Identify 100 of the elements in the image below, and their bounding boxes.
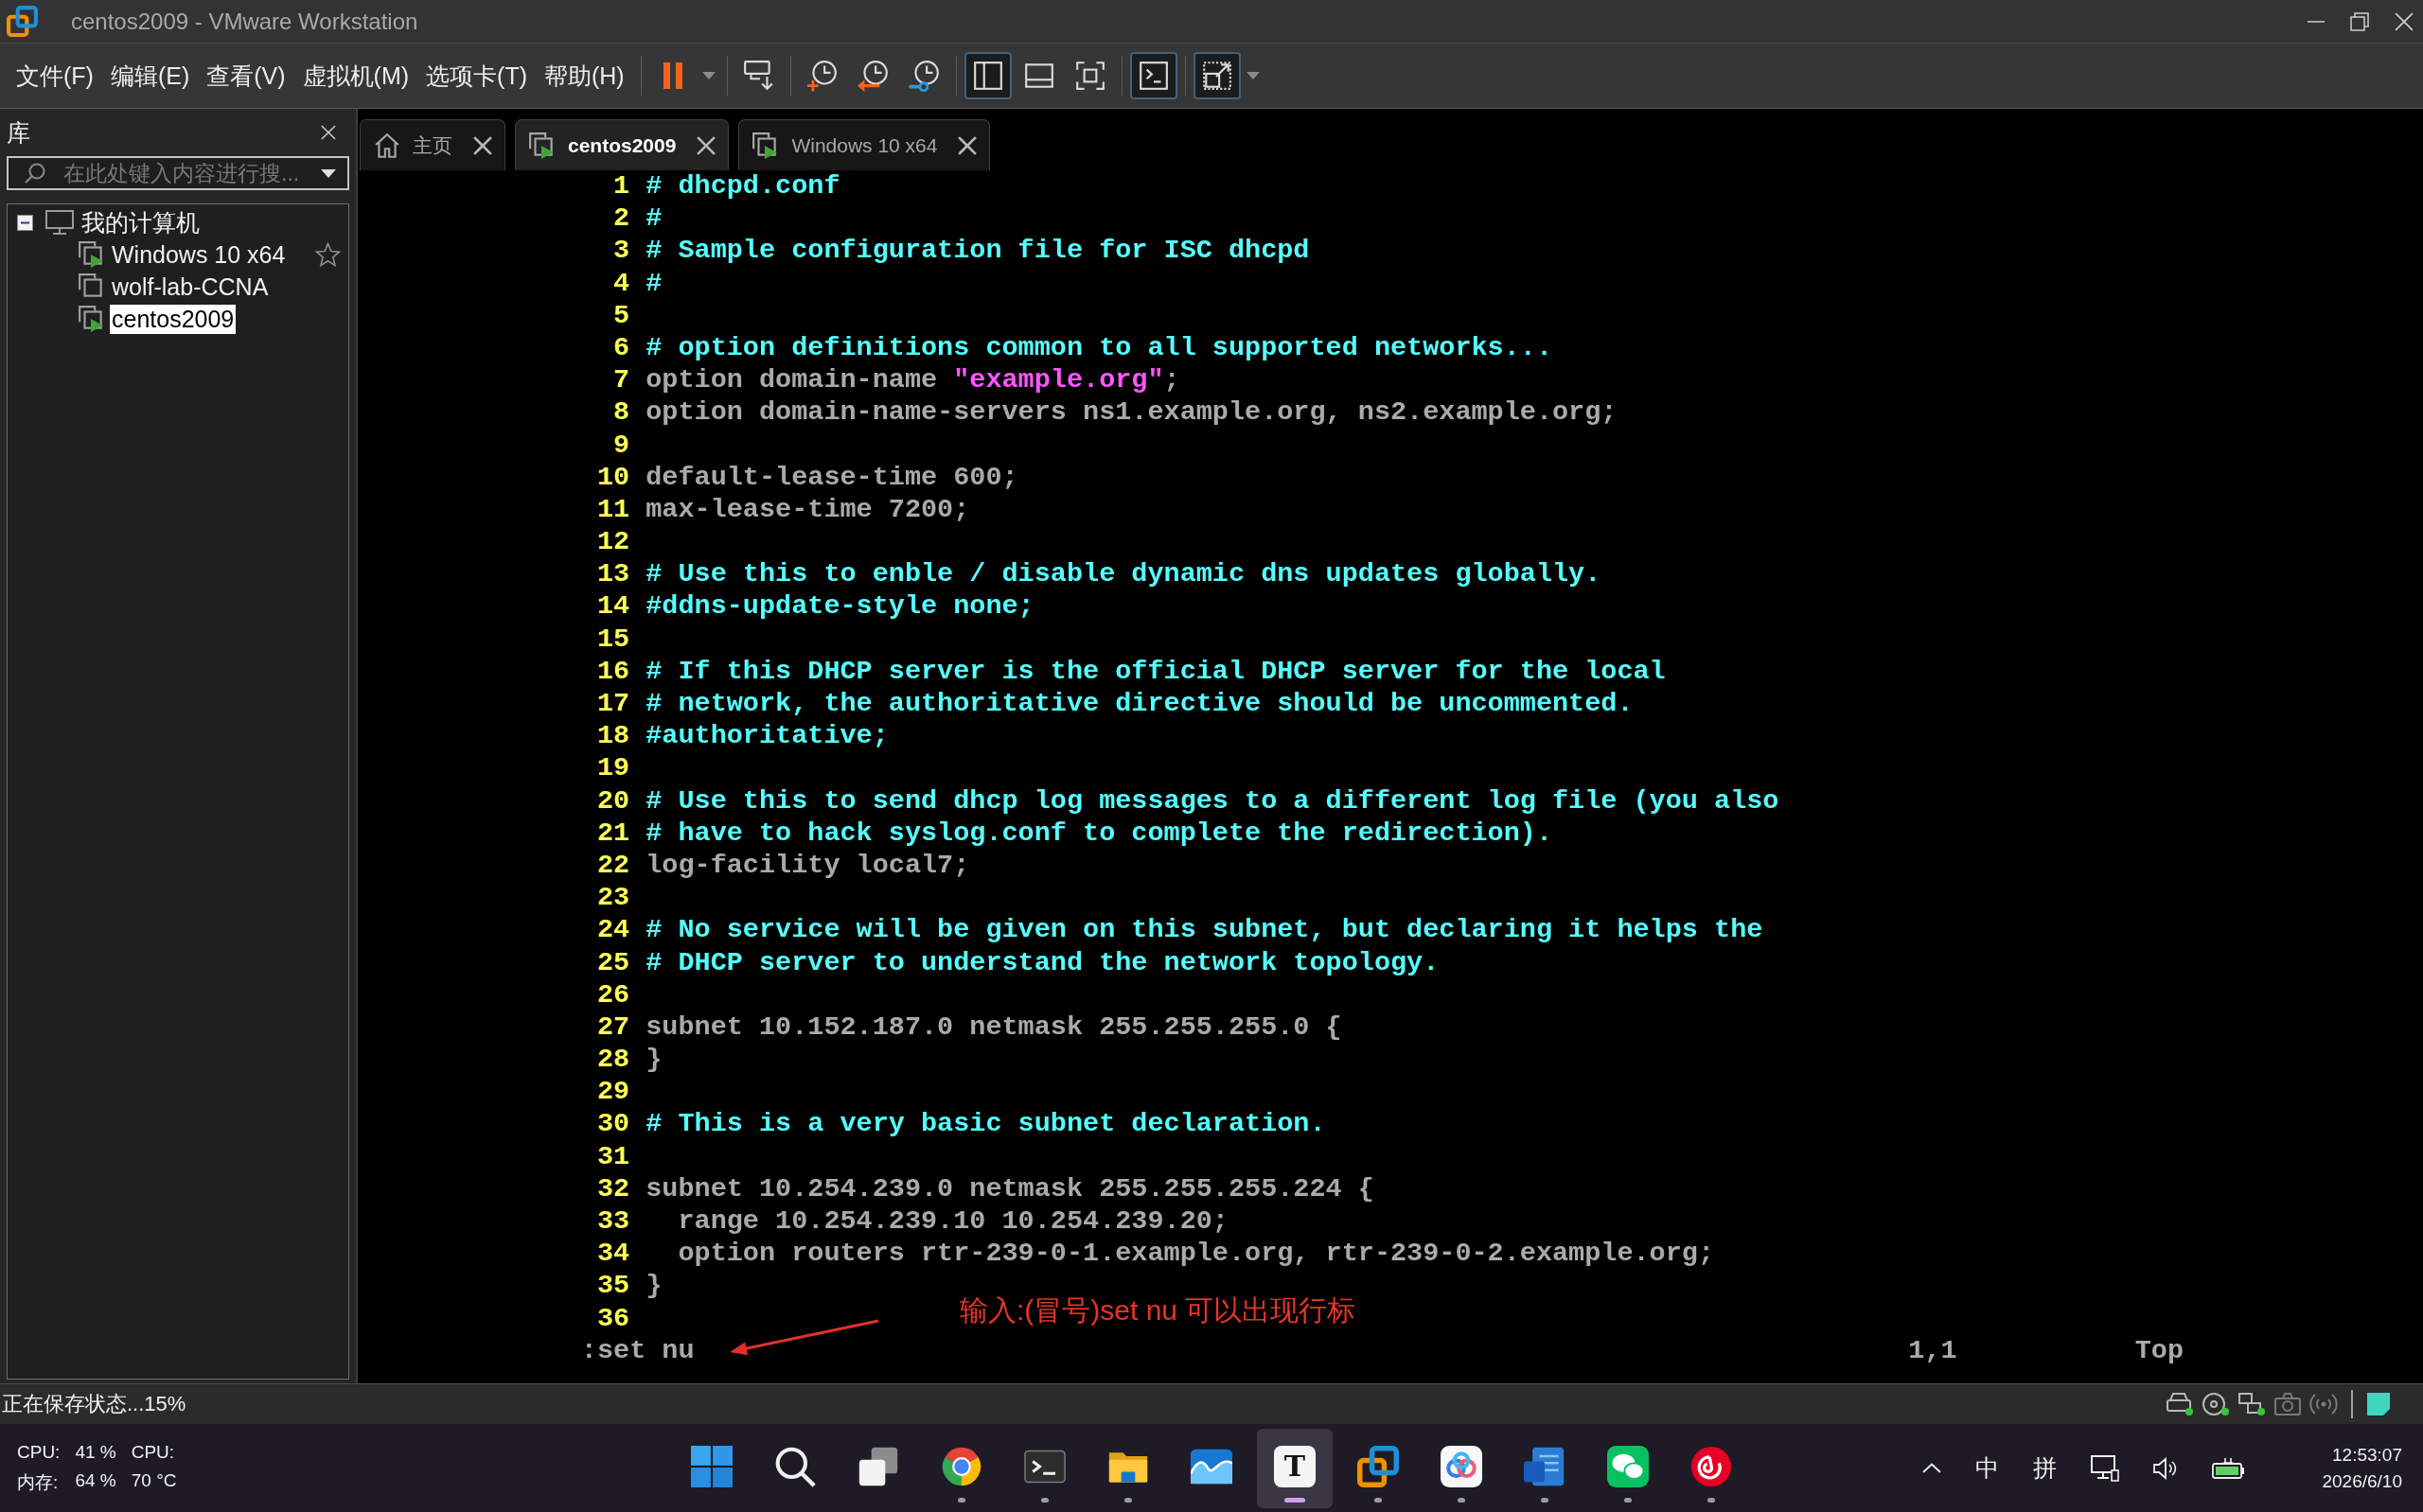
line-number: 7	[613, 364, 630, 396]
close-icon[interactable]	[697, 135, 716, 155]
line-number: 21	[596, 817, 630, 849]
code-line: option domain-name-servers ns1.example.org, ns2.example.org;	[646, 396, 1618, 430]
code-line: subnet 10.152.187.0 netmask 255.255.255.0 {	[646, 1011, 1342, 1045]
line-number: 26	[596, 978, 630, 1011]
chevron-up-icon[interactable]	[1922, 1463, 1942, 1473]
line-number: 20	[596, 784, 630, 817]
close-icon[interactable]	[2395, 11, 2414, 31]
speaker-icon[interactable]	[2153, 1456, 2179, 1480]
menu-item[interactable]: 编辑(E)	[101, 56, 199, 96]
console-icon	[1137, 60, 1170, 92]
hard-disk-icon[interactable]	[2166, 1392, 2194, 1416]
stat-label: 内存:	[17, 1470, 60, 1494]
code-line: # option definitions common to all supported networks...	[646, 331, 1552, 365]
stretch-button[interactable]	[1193, 52, 1241, 99]
disc-icon[interactable]	[2202, 1392, 2230, 1416]
stacked-windows-icon	[858, 1445, 899, 1487]
close-icon[interactable]	[321, 125, 336, 140]
tree-item[interactable]: 我的计算机	[80, 207, 202, 237]
line-number: 4	[613, 267, 630, 299]
network-icon[interactable]	[2237, 1392, 2266, 1416]
close-icon[interactable]	[958, 135, 978, 155]
minimize-icon[interactable]	[2308, 20, 2325, 23]
tiles-icon	[691, 1445, 733, 1487]
taskbar-button[interactable]: T	[1257, 1428, 1333, 1508]
menu-item[interactable]: 虚拟机(M)	[293, 56, 418, 96]
monitor-icon	[45, 210, 74, 235]
line-number: 32	[596, 1172, 630, 1204]
code-line: # network, the authoritative directive should be uncommented.	[646, 688, 1634, 721]
code-line: # have to hack syslog.conf to complete the redirection).	[646, 817, 1552, 850]
line-number: 10	[596, 461, 630, 493]
line-number: 30	[596, 1108, 630, 1140]
tree-item[interactable]: centos2009	[110, 304, 237, 334]
line-number: 5	[613, 299, 630, 331]
search-icon	[24, 162, 46, 185]
line-number: 15	[596, 623, 630, 655]
tab[interactable]: 主页	[360, 119, 505, 170]
code-line: # Use this to enble / disable dynamic dns updates globally.	[646, 558, 1601, 591]
stat-label: CPU:	[131, 1441, 176, 1463]
line-number: 18	[596, 720, 630, 752]
code-line: # This is a very basic subnet declaration.	[646, 1108, 1326, 1141]
collapse-icon[interactable]	[17, 214, 33, 231]
star-icon[interactable]	[315, 241, 341, 268]
menu-item[interactable]: 查看(V)	[198, 56, 294, 96]
tree-item[interactable]: Windows 10 x64	[110, 239, 288, 270]
code-line: # Sample configuration file for ISC dhcpd	[646, 235, 1310, 268]
close-icon[interactable]	[473, 135, 492, 155]
status-message: 正在保存状态...15%	[2, 1391, 186, 1417]
monitor-icon[interactable]	[2091, 1454, 2120, 1482]
code-line: option routers rtr-239-0-1.example.org, rtr-239-0-2.example.org;	[677, 1238, 1715, 1271]
console-view-button[interactable]	[1129, 52, 1177, 99]
code-line: max-lease-time 7200;	[646, 493, 970, 527]
broadcast-icon[interactable]	[2309, 1392, 2338, 1416]
input-mode-button[interactable]: 拼	[2033, 1452, 2058, 1484]
line-number: 24	[596, 914, 630, 946]
code-line: option domain-name "example.org";	[646, 364, 1180, 397]
code-line: #authoritative;	[646, 720, 889, 753]
line-number: 11	[596, 493, 630, 525]
menu-item[interactable]: 帮助(H)	[536, 56, 633, 96]
restore-icon[interactable]	[2350, 11, 2369, 31]
menu-item[interactable]: 文件(F)	[8, 56, 102, 96]
code-line: # No service will be given on this subnet, but declaring it helps the	[646, 914, 1763, 947]
code-line: default-lease-time 600;	[646, 461, 1018, 494]
clock-arrow-icon	[857, 60, 890, 92]
search-field[interactable]: 在此处键入内容进行搜...	[7, 156, 349, 190]
document-icon	[1524, 1445, 1565, 1487]
note-icon[interactable]	[2366, 1392, 2391, 1416]
line-number: 29	[596, 1076, 630, 1108]
tab[interactable]: centos2009	[515, 119, 730, 170]
library-view-button[interactable]	[964, 52, 1012, 99]
line-number: 22	[596, 849, 630, 881]
line-number: 35	[596, 1270, 630, 1302]
line-number: 14	[596, 590, 630, 623]
line-number: 2	[613, 202, 630, 235]
line-number: 3	[613, 235, 630, 267]
menu-item[interactable]: 选项卡(T)	[417, 56, 536, 96]
fullscreen-icon	[1073, 60, 1106, 92]
code-line: # If this DHCP server is the official DHCP server for the local	[646, 655, 1666, 688]
annotation-text: 输入:(冒号)set nu 可以出现行标	[960, 1293, 1356, 1327]
line-number: 17	[596, 688, 630, 719]
tab[interactable]: Windows 10 x64	[738, 119, 991, 170]
line-number: 16	[596, 655, 630, 687]
code-line: #	[646, 202, 663, 236]
stat-value: 70 °C	[131, 1469, 177, 1492]
tree-item[interactable]: wolf-lab-CCNA	[110, 272, 271, 302]
input-language-button[interactable]: 中	[1975, 1452, 2000, 1484]
camera-icon[interactable]	[2273, 1392, 2302, 1416]
clock-date[interactable]: 2026/6/10	[2322, 1470, 2402, 1492]
line-number: 6	[613, 331, 630, 363]
window-title: centos2009 - VMware Workstation	[71, 8, 418, 35]
code-line: #ddns-update-style none;	[646, 590, 1035, 624]
caret-icon[interactable]	[321, 168, 336, 178]
line-number: 28	[596, 1044, 630, 1076]
rings-icon	[1441, 1445, 1482, 1487]
overlapping-squares-icon	[1357, 1445, 1399, 1487]
battery-icon[interactable]	[2212, 1456, 2247, 1480]
clock-time[interactable]: 12:53:07	[2332, 1444, 2402, 1466]
line-number: 33	[596, 1205, 630, 1237]
split-view-icon	[971, 60, 1004, 92]
